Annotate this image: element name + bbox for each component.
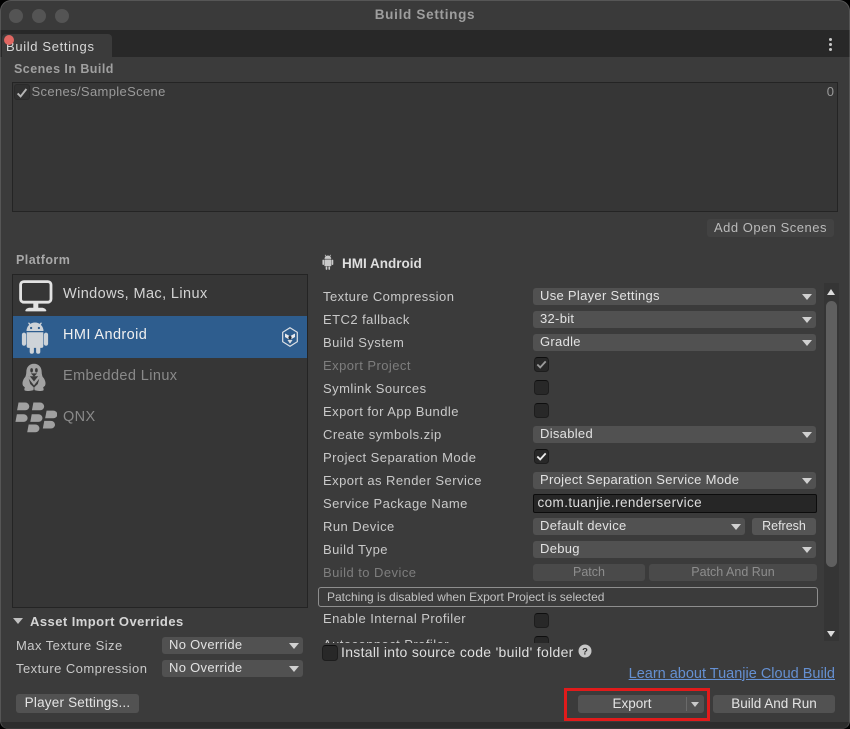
svg-text:?: ? — [582, 646, 588, 657]
